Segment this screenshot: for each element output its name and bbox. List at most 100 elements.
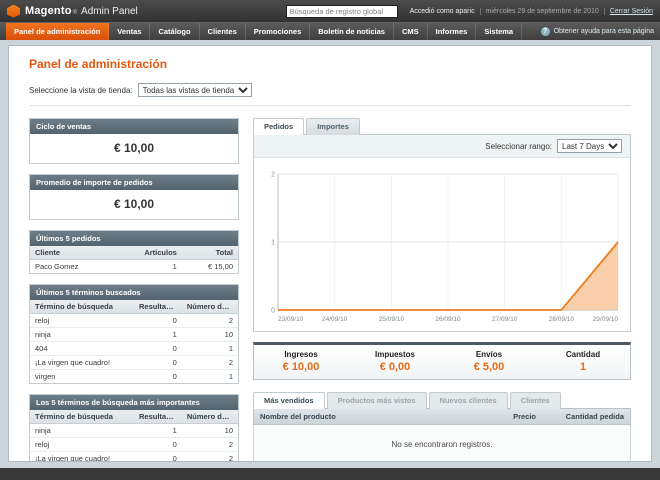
column-header: Número de usos <box>181 300 238 314</box>
nav-item[interactable]: Promociones <box>246 23 311 40</box>
card-title: Ciclo de ventas <box>30 119 238 134</box>
table-cell: 2 <box>181 451 238 461</box>
dashboard-tabs: Pedidos Importes <box>253 118 631 135</box>
total-label: Envíos <box>475 350 503 359</box>
table-cell: 10 <box>181 423 238 438</box>
table-cell: Paco Gomez <box>35 262 79 271</box>
table-cell: reloj <box>30 313 134 328</box>
svg-text:23/09/10: 23/09/10 <box>278 316 304 323</box>
total-value: € 0,00 <box>379 361 411 373</box>
table-cell: 10 <box>181 327 238 342</box>
last-search-terms-table: Término de búsqueda Resultados Número de u… <box>30 300 238 383</box>
nav-item[interactable]: Clientes <box>200 23 246 40</box>
svg-text:24/09/10: 24/09/10 <box>322 316 348 323</box>
nav-item[interactable]: Sistema <box>476 23 523 40</box>
tab[interactable]: Importes <box>306 118 360 135</box>
table-cell: 0 <box>134 451 182 461</box>
total-value: € 5,00 <box>473 361 505 373</box>
total-value: 1 <box>579 361 587 373</box>
column-header: Número de usos <box>181 410 238 424</box>
help-icon <box>540 27 550 36</box>
dashboard-totals: Ingresos € 10,00 Impuestos € 0,00 Envíos € 5,… <box>253 342 631 380</box>
table-cell: 2 <box>181 437 238 452</box>
grid-column-header: Nombre del producto <box>260 412 336 421</box>
total-label: Impuestos <box>374 350 415 359</box>
card-title: Últimos 5 pedidos <box>30 231 238 246</box>
table-row[interactable]: ninja 1 10 <box>30 423 238 438</box>
last-orders-card: Últimos 5 pedidos Cliente Artículos Total P… <box>29 230 239 274</box>
magento-admin-window: Magento ® Admin Panel Accedió como apari… <box>0 0 660 480</box>
table-cell: ¡La virgen que cuadro! <box>30 451 134 461</box>
help-label: Obtener ayuda para esta página <box>553 28 654 35</box>
table-cell: 1 <box>181 341 238 356</box>
table-cell: 1 <box>134 423 182 438</box>
column-header: Término de búsqueda <box>30 410 134 424</box>
table-row[interactable]: 404 0 1 <box>30 341 238 356</box>
table-cell: 2 <box>181 355 238 370</box>
total-cell: Envíos € 5,00 <box>442 350 536 373</box>
range-bar: Seleccionar rango: Last 7 Days <box>254 135 630 158</box>
nav-item[interactable]: Informes <box>428 23 477 40</box>
tab[interactable]: Más vendidos <box>253 392 325 409</box>
logout-link[interactable]: Cerrar Sesión <box>610 8 653 15</box>
page-title: Panel de administración <box>29 57 168 71</box>
table-cell: 404 <box>30 341 134 356</box>
table-row[interactable]: ¡La virgen que cuadro! 0 2 <box>30 451 238 461</box>
main-nav: Panel de administración Ventas Catálogo Cli… <box>0 22 660 40</box>
content-area: Panel de administración Seleccione la vi… <box>0 40 660 468</box>
column-header: Total <box>181 246 238 260</box>
svg-text:2: 2 <box>271 172 275 179</box>
table-cell: 2 <box>181 313 238 328</box>
dashboard-panel: Panel de administración Seleccione la vi… <box>8 45 652 462</box>
range-select[interactable]: Last 7 Days <box>557 139 622 153</box>
global-search-input[interactable] <box>285 4 398 18</box>
lifetime-sales-card: Ciclo de ventas € 10,00 <box>29 118 239 164</box>
brand: Magento ® Admin Panel <box>25 5 138 17</box>
top-search-terms-card: Los 5 términos de búsqueda más important… <box>29 394 239 461</box>
table-cell: ninja <box>30 327 134 342</box>
column-header: Resultados <box>134 300 182 314</box>
total-label: Cantidad <box>565 350 601 359</box>
nav-item[interactable]: Boletín de noticias <box>310 23 394 40</box>
nav-item[interactable]: Catálogo <box>150 23 200 40</box>
table-row[interactable]: Paco Gomez 1 € 15,00 <box>30 260 238 274</box>
top-search-terms-table: Término de búsqueda Resultados Número de u… <box>30 410 238 461</box>
chart-box: Seleccionar rango: Last 7 Days 0 1 2 23/09/… <box>253 134 631 332</box>
session-info: Accedió como aparic miércoles 29 de sept… <box>410 7 653 15</box>
card-title: Últimos 5 términos buscados <box>30 285 238 300</box>
svg-text:25/09/10: 25/09/10 <box>379 316 405 323</box>
total-cell: Impuestos € 0,00 <box>348 350 442 373</box>
tab[interactable]: Pedidos <box>253 118 305 135</box>
total-label: Ingresos <box>284 350 318 359</box>
table-row[interactable]: reloj 0 2 <box>30 437 238 452</box>
products-grid-empty: No se encontraron registros. <box>253 425 631 461</box>
registered-mark: ® <box>72 10 78 16</box>
brand-name: Magento <box>25 5 72 17</box>
table-row[interactable]: ¡La virgen que cuadro! 0 2 <box>30 355 238 370</box>
header: Magento ® Admin Panel Accedió como apari… <box>0 0 660 22</box>
table-cell: 1 <box>134 327 182 342</box>
tab: Productos más vistos <box>326 392 427 409</box>
lifetime-sales-value: € 10,00 <box>113 141 155 155</box>
nav-item[interactable]: CMS <box>394 23 428 40</box>
table-row[interactable]: virgen 0 1 <box>30 370 238 384</box>
magento-logo-icon <box>7 4 20 18</box>
store-view-select[interactable]: Todas las vistas de tienda <box>137 83 252 97</box>
grid-column-header: Cantidad pedida <box>565 412 624 421</box>
orders-chart: 0 1 2 23/09/10 24/09/10 25/09/10 26/09/10 27/09… <box>271 172 619 323</box>
nav-item[interactable]: Panel de administración <box>6 23 110 40</box>
svg-text:28/09/10: 28/09/10 <box>549 316 575 323</box>
table-cell: 1 <box>228 372 233 381</box>
nav-item[interactable]: Ventas <box>109 23 151 40</box>
tab: Clientes <box>509 392 561 409</box>
total-cell: Cantidad 1 <box>536 350 630 373</box>
table-row[interactable]: ninja 1 10 <box>30 327 238 342</box>
table-cell: 0 <box>134 355 182 370</box>
average-orders-card: Promedio de importe de pedidos € 10,00 <box>29 174 239 220</box>
help-link[interactable]: Obtener ayuda para esta página <box>540 23 654 40</box>
table-row[interactable]: reloj 0 2 <box>30 313 238 328</box>
svg-text:1: 1 <box>271 240 275 247</box>
table-cell: 0 <box>172 372 177 381</box>
column-header: Artículos <box>134 246 182 260</box>
table-cell: 0 <box>134 313 182 328</box>
